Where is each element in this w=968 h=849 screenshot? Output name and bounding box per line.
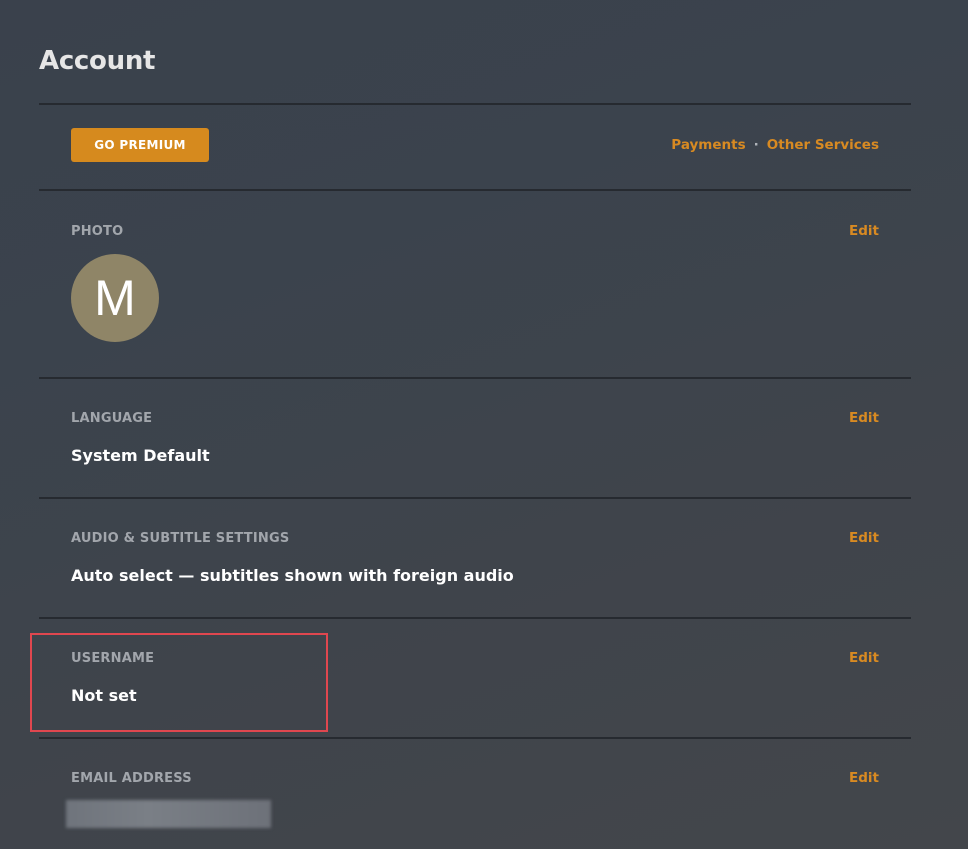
audio-subtitle-edit-link[interactable]: Edit	[849, 530, 879, 546]
photo-section-label: PHOTO	[71, 224, 124, 239]
divider	[39, 497, 911, 499]
divider	[39, 103, 911, 105]
top-links: Payments · Other Services	[671, 137, 879, 153]
email-value-redacted	[66, 800, 271, 828]
avatar: M	[71, 254, 159, 342]
payments-link[interactable]: Payments	[671, 137, 745, 153]
page-title: Account	[39, 46, 156, 76]
divider	[39, 189, 911, 191]
divider	[39, 737, 911, 739]
audio-subtitle-section-label: AUDIO & SUBTITLE SETTINGS	[71, 531, 290, 546]
other-services-link[interactable]: Other Services	[767, 137, 879, 153]
username-edit-link[interactable]: Edit	[849, 650, 879, 666]
username-section-label: USERNAME	[71, 651, 155, 666]
divider	[39, 377, 911, 379]
username-highlight-box	[30, 633, 328, 732]
divider	[39, 617, 911, 619]
photo-edit-link[interactable]: Edit	[849, 223, 879, 239]
username-value: Not set	[71, 686, 137, 705]
link-separator: ·	[753, 137, 759, 153]
language-section-label: LANGUAGE	[71, 411, 153, 426]
audio-subtitle-value: Auto select — subtitles shown with forei…	[71, 566, 514, 585]
language-value: System Default	[71, 446, 210, 465]
go-premium-button[interactable]: GO PREMIUM	[71, 128, 209, 162]
email-edit-link[interactable]: Edit	[849, 770, 879, 786]
avatar-initial: M	[94, 270, 136, 326]
language-edit-link[interactable]: Edit	[849, 410, 879, 426]
email-section-label: EMAIL ADDRESS	[71, 771, 192, 786]
